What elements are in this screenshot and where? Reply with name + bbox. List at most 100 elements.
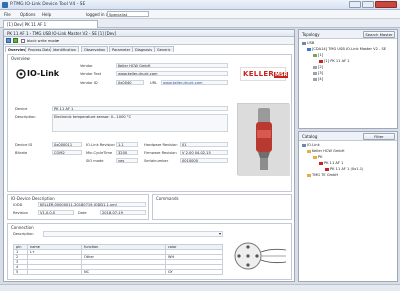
cell-pin: 5 [13, 269, 28, 275]
description-value: Electronic temperature sensor: 0...1000 … [52, 114, 228, 132]
user-value: Specialist [109, 12, 128, 17]
menu-options[interactable]: Options [20, 12, 35, 17]
folder-icon [307, 149, 311, 153]
catalog-node-root[interactable]: IO-Link [302, 143, 320, 147]
tab-identification[interactable]: Identification [50, 46, 79, 52]
filter-button[interactable]: Filter [363, 133, 395, 140]
menu-help[interactable]: Help [42, 12, 51, 17]
iolink-logo: IO-Link [16, 68, 66, 80]
tree-node-device[interactable]: [1] PK 11 AF 1 [319, 59, 350, 63]
hardware-revision-value: 01 [180, 142, 228, 147]
user-select[interactable]: Specialist [107, 11, 149, 17]
tree-node-master[interactable]: [CDA14] TMG USB IO-Link Master V2 - SE [307, 47, 386, 51]
search-master-button[interactable]: Search Master [363, 31, 395, 38]
connection-description-label: Description [13, 232, 34, 236]
tree-label: [1] [318, 53, 324, 57]
cell-name [27, 269, 82, 275]
device-icon [319, 161, 323, 165]
device-value: PK 11 AF 1 [52, 106, 228, 111]
sensor-photo-icon [238, 104, 290, 176]
tree-label: [CDA14] TMG USB IO-Link Master V2 - SE [312, 47, 387, 51]
cell-color: GY [165, 269, 223, 275]
vendor-text-value: www.keller-druck.com [116, 71, 228, 76]
chevron-down-icon[interactable]: ▾ [57, 39, 61, 43]
catalog-node-family[interactable]: PK [313, 155, 323, 159]
bitrate-label: Bitrate [15, 151, 28, 155]
maximize-button[interactable] [362, 1, 374, 8]
tree-node-usb[interactable]: USB [302, 41, 314, 45]
iolink-revision-label: IO-Link Revision [86, 143, 115, 147]
keller-logo-text: KELLER [243, 70, 275, 78]
connection-group: Connection Description ▾ pin name functi… [7, 223, 292, 280]
vendor-id-value: 0x0040 [116, 80, 144, 85]
minimize-button[interactable] [349, 1, 361, 8]
folder-icon [313, 155, 317, 159]
tree-node-port4[interactable]: [4] [313, 77, 323, 81]
port-icon [313, 77, 317, 81]
block-write-checkbox[interactable] [21, 39, 25, 43]
catalog-node-device-variant[interactable]: PK 11 AF 1 (0x1.1) [325, 167, 363, 171]
hardware-revision-label: Hardware Revision [144, 143, 178, 147]
block-write-label: block write mode [27, 39, 59, 43]
table-row[interactable]: 5 NC GY [13, 269, 223, 275]
tree-node-port2[interactable]: [2] [313, 65, 323, 69]
iolink-logo-text: IO-Link [27, 69, 60, 78]
tree-label: PK 11 AF 1 [324, 161, 344, 165]
device-id-value: 0x000011 [52, 142, 82, 147]
catalog-node-device[interactable]: PK 11 AF 1 [319, 161, 343, 165]
device-icon [325, 167, 329, 171]
m12-connector-icon [234, 242, 287, 270]
catalog-node-other-vendor[interactable]: TMG TE GmbH [307, 173, 338, 177]
vendor-label: Vendor [80, 64, 93, 68]
close-button[interactable] [375, 1, 397, 8]
connection-table: pin name function color 1 L+ 2 Other WH … [13, 244, 223, 275]
tab-diagnosis[interactable]: Diagnosis [132, 46, 156, 52]
app-icon [2, 2, 8, 8]
vendor-value: Keller HCW GmbH [116, 63, 228, 68]
connection-description-select[interactable]: ▾ [43, 231, 223, 237]
device-label: Device [15, 107, 28, 111]
file-tab[interactable]: [1] Dev] PK 11 AF 1 [3, 20, 98, 28]
subtab-bar: Overview Process Data Identification Obs… [5, 46, 295, 52]
tree-label: PK 11 AF 1 (0x1.1) [330, 167, 364, 171]
sio-mode-value: yes [116, 158, 138, 163]
tree-node-port3[interactable]: [3] [313, 71, 323, 75]
port-icon [313, 65, 317, 69]
master-icon [307, 47, 311, 51]
iodd-date-value: 2018-07-19 [100, 210, 146, 215]
title-bar: P.TMG IO-Link Device Tool V4 - SE [0, 0, 400, 10]
min-cycle-label: Min.CycleTime [86, 151, 113, 155]
iodd-group: IO-Device Description IODD KELLER-000000… [7, 194, 149, 220]
commands-header: Commands [156, 196, 179, 201]
catalog-header: Catalog Filter [299, 132, 397, 141]
commands-group: Commands [152, 194, 292, 220]
catalog-title: Catalog [302, 134, 318, 139]
tree-label: IO-Link [307, 143, 320, 147]
device-window: PK 11 AF 1 - TMG USB IO-Link Master V2 -… [3, 29, 295, 282]
iodd-header: IO-Device Description [11, 196, 55, 201]
write-icon[interactable] [13, 38, 18, 43]
file-tab-strip: [1] Dev] PK 11 AF 1 [0, 19, 400, 28]
menu-file[interactable]: File [4, 12, 11, 17]
tree-label: TMG TE GmbH [312, 173, 339, 177]
catalog-node-vendor[interactable]: Keller HCW GmbH [307, 149, 344, 153]
menu-bar: File Options Help logged in as Specialis… [0, 10, 400, 19]
min-cycle-value: 3200 [116, 150, 138, 155]
tab-parameter[interactable]: Parameter [109, 46, 134, 52]
device-toolbar: block write mode ▾ [4, 37, 294, 45]
tree-node-port1[interactable]: [1] [313, 53, 323, 57]
serialnumber-value: 0010000 [180, 158, 228, 163]
port-icon [313, 71, 317, 75]
tree-label: [4] [318, 77, 324, 81]
chevron-down-icon: ▾ [218, 231, 221, 236]
overview-group: Overview IO-Link Vendor Keller HCW GmbH … [7, 54, 292, 192]
catalog-panel: Catalog Filter IO-Link Keller HCW GmbH P… [298, 131, 398, 282]
tab-observation[interactable]: Observation [81, 46, 109, 52]
topology-title: Topology [302, 32, 320, 37]
url-value[interactable]: www.keller-druck.com [161, 80, 228, 85]
read-icon[interactable] [6, 38, 11, 43]
device-window-header: PK 11 AF 1 - TMG USB IO-Link Master V2 -… [4, 30, 294, 37]
device-image [237, 103, 290, 176]
iodd-value: KELLER-00000011-20180719-IODD1.1.xml [38, 202, 146, 207]
tab-generic[interactable]: Generic [154, 46, 174, 52]
